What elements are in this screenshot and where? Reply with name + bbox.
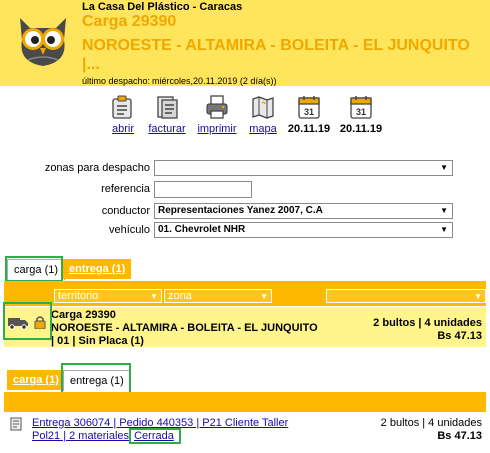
column-territorio-label: territorio xyxy=(58,290,99,302)
vehiculo-row: vehículo 01. Chevrolet NHR ▼ xyxy=(0,222,490,240)
vehiculo-value: 01. Chevrolet NHR xyxy=(158,224,246,235)
date-label-1[interactable]: 20.11.19 xyxy=(284,123,334,135)
date-label-2[interactable]: 20.11.19 xyxy=(336,123,386,135)
facturar-label[interactable]: facturar xyxy=(142,123,192,135)
row-carga-title: Carga 29390 xyxy=(51,309,116,321)
map-icon xyxy=(252,96,274,119)
referencia-row: referencia xyxy=(0,181,490,199)
calendar-icon: 31 xyxy=(350,96,372,119)
mapa-button[interactable]: mapa xyxy=(238,94,288,135)
printer-icon xyxy=(206,95,228,119)
calendar-icon: 31 xyxy=(298,96,320,119)
invoice-icon xyxy=(157,96,178,119)
last-dispatch: último despacho: miércoles,20.11.2019 (2 … xyxy=(82,76,278,86)
highlight-box xyxy=(3,302,52,340)
row-quantity: 2 bultos | 4 unidades xyxy=(373,317,482,329)
chevron-down-icon: ▼ xyxy=(440,225,448,234)
zonas-row: zonas para despacho ▼ xyxy=(0,160,490,178)
tab-carga[interactable]: carga (1) xyxy=(7,370,65,390)
abrir-button[interactable]: abrir xyxy=(98,94,148,135)
route-title: NOROESTE - ALTAMIRA - BOLEITA - EL JUNQU… xyxy=(82,37,470,73)
conductor-label: conductor xyxy=(101,205,150,217)
table-row[interactable]: Entrega 306074 | Pedido 440353 | P21 Cli… xyxy=(4,414,486,446)
highlight-box xyxy=(5,256,63,282)
abrir-label[interactable]: abrir xyxy=(98,123,148,135)
last-dispatch-value: miércoles,20.11.2019 (2 día(s)) xyxy=(152,76,277,86)
mapa-label[interactable]: mapa xyxy=(238,123,288,135)
date-button-1[interactable]: 31 20.11.19 xyxy=(284,94,334,135)
row-quantity: 2 bultos | 4 unidades xyxy=(380,417,482,429)
column-filter[interactable]: ▼ xyxy=(326,289,486,303)
conductor-select[interactable]: Representaciones Yanez 2007, C.A ▼ xyxy=(154,203,453,219)
row-amount: Bs 47.13 xyxy=(437,330,482,342)
open-document-icon xyxy=(112,95,132,119)
column-zona-label: zona xyxy=(168,290,192,302)
last-dispatch-label: último despacho: xyxy=(82,76,151,86)
table-header: territorio ▼ zona ▼ ▼ xyxy=(4,287,486,306)
vehiculo-select[interactable]: 01. Chevrolet NHR ▼ xyxy=(154,222,453,238)
conductor-row: conductor Representaciones Yanez 2007, C… xyxy=(0,203,490,221)
chevron-down-icon: ▼ xyxy=(440,163,448,172)
row-route: NOROESTE - ALTAMIRA - BOLEITA - EL JUNQU… xyxy=(51,322,318,334)
column-territorio[interactable]: territorio ▼ xyxy=(54,289,162,303)
tab-entrega[interactable]: entrega (1) xyxy=(63,259,132,279)
owl-logo-icon xyxy=(20,18,66,66)
chevron-down-icon: ▼ xyxy=(474,292,482,301)
zonas-label: zonas para despacho xyxy=(44,162,150,174)
row-vehicle-info: | 01 | Sin Placa (1) xyxy=(51,335,144,347)
carga-title: Carga 29390 xyxy=(82,13,177,30)
header: La Casa Del Plástico - Caracas Carga 293… xyxy=(0,0,490,86)
calendar-day-text: 31 xyxy=(304,107,314,117)
zonas-select[interactable]: ▼ xyxy=(154,160,453,176)
column-zona[interactable]: zona ▼ xyxy=(164,289,272,303)
tabs-carga-section: carga (1) entrega (1) xyxy=(0,259,490,281)
imprimir-button[interactable]: imprimir xyxy=(192,94,242,135)
highlight-box xyxy=(61,363,131,395)
table-row[interactable]: Carga 29390 NOROESTE - ALTAMIRA - BOLEIT… xyxy=(4,307,486,347)
facturar-button[interactable]: facturar xyxy=(142,94,192,135)
row-amount: Bs 47.13 xyxy=(437,430,482,442)
referencia-input[interactable] xyxy=(154,181,252,198)
company-name: La Casa Del Plástico - Caracas xyxy=(82,1,243,13)
conductor-value: Representaciones Yanez 2007, C.A xyxy=(158,205,323,216)
chevron-down-icon: ▼ xyxy=(260,292,268,301)
table-header xyxy=(4,398,486,412)
calendar-day-text: 31 xyxy=(356,107,366,117)
highlight-box xyxy=(129,428,181,444)
chevron-down-icon: ▼ xyxy=(440,206,448,215)
vehiculo-label: vehículo xyxy=(109,224,150,236)
document-list-icon xyxy=(10,417,22,431)
date-button-2[interactable]: 31 20.11.19 xyxy=(336,94,386,135)
row-materials-link[interactable]: Pol21 | 2 materiales xyxy=(32,430,129,442)
imprimir-label[interactable]: imprimir xyxy=(192,123,242,135)
chevron-down-icon: ▼ xyxy=(150,292,158,301)
referencia-label: referencia xyxy=(101,183,150,195)
